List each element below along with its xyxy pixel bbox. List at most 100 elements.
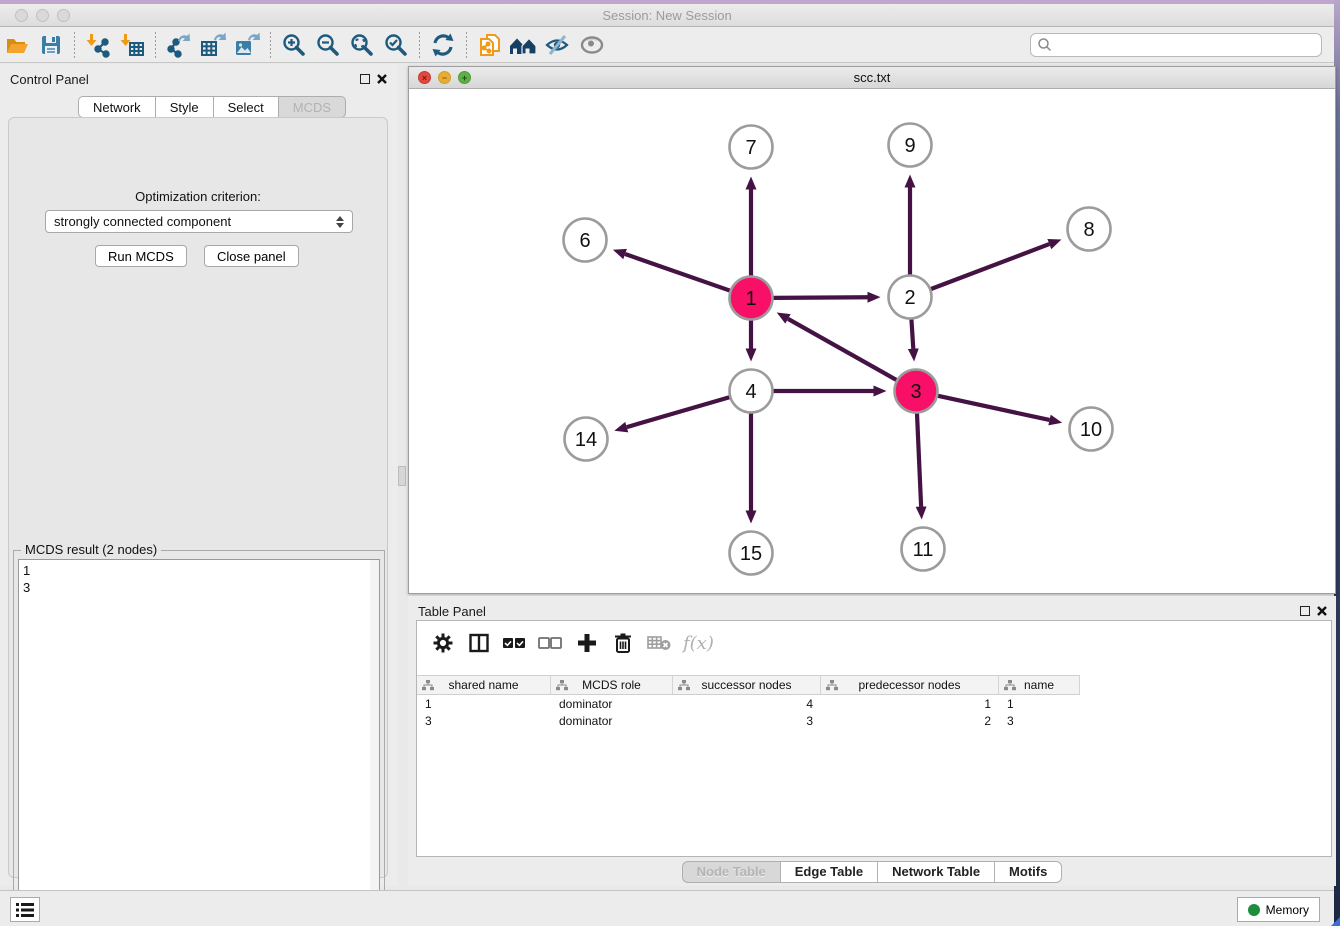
show-task-history-button[interactable] [10,897,40,922]
hide-graphics-details-button[interactable] [541,29,575,61]
zoom-in-button[interactable] [277,29,311,61]
cell-successor-nodes[interactable]: 3 [673,713,821,730]
column-type-icon [1004,680,1016,691]
network-title: scc.txt [409,70,1335,85]
graph-edge-2-8[interactable] [931,244,1049,289]
export-network-button[interactable] [162,29,196,61]
graph-node-3[interactable]: 3 [895,370,938,413]
column-header-name[interactable]: name [999,676,1080,694]
zoom-fit-button[interactable] [345,29,379,61]
close-panel-icon[interactable] [376,73,388,85]
search-icon [1037,37,1053,53]
search-input[interactable] [1053,38,1321,52]
graph-edge-1-2[interactable] [773,297,867,298]
graph-node-6[interactable]: 6 [564,219,607,262]
control-panel-tabs: Network Style Select MCDS [78,96,346,118]
graph-edge-3-1[interactable] [788,319,896,380]
export-image-button[interactable] [230,29,264,61]
table-row-3[interactable]: 3dominator323 [417,713,1080,730]
save-session-button[interactable] [34,29,68,61]
graph-edge-1-6[interactable] [625,254,730,291]
network-view-window: × − + scc.txt 7968124314101511 [408,66,1336,594]
show-columns-button[interactable] [463,627,495,659]
cell-shared-name[interactable]: 1 [417,696,551,713]
open-folder-icon [4,32,30,58]
table-toolbar: f(x) [417,621,1331,665]
tab-mcds[interactable]: MCDS [278,96,346,118]
close-table-panel-icon[interactable] [1316,605,1328,617]
graph-node-15[interactable]: 15 [730,532,773,575]
cell-successor-nodes[interactable]: 4 [673,696,821,713]
apply-layout-button[interactable] [426,29,460,61]
birds-eye-view-button[interactable] [575,29,609,61]
export-table-button[interactable] [196,29,230,61]
toolbar-separator [155,32,156,58]
cell-MCDS-role[interactable]: dominator [551,713,673,730]
import-table-button[interactable] [115,29,149,61]
cell-shared-name[interactable]: 3 [417,713,551,730]
tab-select[interactable]: Select [213,96,278,118]
network-canvas[interactable]: 7 9 6 8 1 2 4 3 14 10 15 11 [409,89,1335,593]
column-header-successor-nodes[interactable]: successor nodes [673,676,821,694]
graph-edge-4-14[interactable] [627,397,730,427]
unselect-all-columns-button[interactable] [535,627,567,659]
graph-node-14[interactable]: 14 [565,418,608,461]
criterion-select[interactable]: strongly connected component [45,210,353,233]
mcds-result-scrollbar[interactable] [370,560,379,917]
delete-column-button[interactable] [607,627,639,659]
graph-node-9[interactable]: 9 [889,124,932,167]
memory-button[interactable]: Memory [1237,897,1320,922]
select-all-columns-button[interactable] [499,627,531,659]
table-settings-button[interactable] [427,627,459,659]
graph-node-7[interactable]: 7 [730,126,773,169]
close-panel-button[interactable]: Close panel [204,245,299,267]
delete-table-button[interactable] [643,627,675,659]
vertical-split-grip[interactable] [398,466,406,486]
tab-network-table[interactable]: Network Table [877,861,994,883]
table-panel-tabs: Node Table Edge Table Network Table Moti… [408,857,1336,886]
column-header-MCDS-role[interactable]: MCDS role [551,676,673,694]
graph-edge-2-3[interactable] [911,319,913,348]
graph-edge-3-10[interactable] [938,396,1049,420]
mcds-result-text[interactable]: 1 3 [18,559,380,918]
graph-node-label: 11 [913,539,934,561]
graph-node-4[interactable]: 4 [730,370,773,413]
cell-predecessor-nodes[interactable]: 1 [821,696,999,713]
graph-edge-3-11[interactable] [917,413,921,506]
create-column-button[interactable] [571,627,603,659]
export-image-icon [233,32,261,58]
import-network-button[interactable] [81,29,115,61]
cell-name[interactable]: 1 [999,696,1080,713]
tab-node-table[interactable]: Node Table [682,861,780,883]
table-header-row: shared nameMCDS rolesuccessor nodesprede… [417,675,1080,695]
graph-node-1[interactable]: 1 [730,277,773,320]
cell-MCDS-role[interactable]: dominator [551,696,673,713]
search-field[interactable] [1030,33,1322,57]
tab-motifs[interactable]: Motifs [994,861,1062,883]
zoom-selected-button[interactable] [379,29,413,61]
cell-predecessor-nodes[interactable]: 2 [821,713,999,730]
cell-name[interactable]: 3 [999,713,1080,730]
function-builder-button[interactable]: f(x) [679,633,714,654]
tab-network[interactable]: Network [78,96,155,118]
graph-node-2[interactable]: 2 [889,276,932,319]
duplicate-network-button[interactable] [473,29,507,61]
zoom-selected-icon [383,32,409,58]
graph-node-11[interactable]: 11 [902,528,945,571]
run-mcds-button[interactable]: Run MCDS [95,245,187,267]
graph-node-10[interactable]: 10 [1070,408,1113,451]
tab-edge-table[interactable]: Edge Table [780,861,877,883]
resize-grip-icon[interactable] [1331,917,1340,926]
graph-node-8[interactable]: 8 [1068,208,1111,251]
zoom-out-button[interactable] [311,29,345,61]
tab-style[interactable]: Style [155,96,213,118]
float-panel-icon[interactable] [360,74,370,84]
open-session-button[interactable] [0,29,34,61]
table-row-1[interactable]: 1dominator411 [417,696,1080,713]
float-table-panel-icon[interactable] [1300,606,1310,616]
show-all-levels-button[interactable] [507,29,541,61]
toolbar-separator [74,32,75,58]
column-header-predecessor-nodes[interactable]: predecessor nodes [821,676,999,694]
graph-node-label: 1 [745,288,756,310]
column-header-shared-name[interactable]: shared name [417,676,551,694]
